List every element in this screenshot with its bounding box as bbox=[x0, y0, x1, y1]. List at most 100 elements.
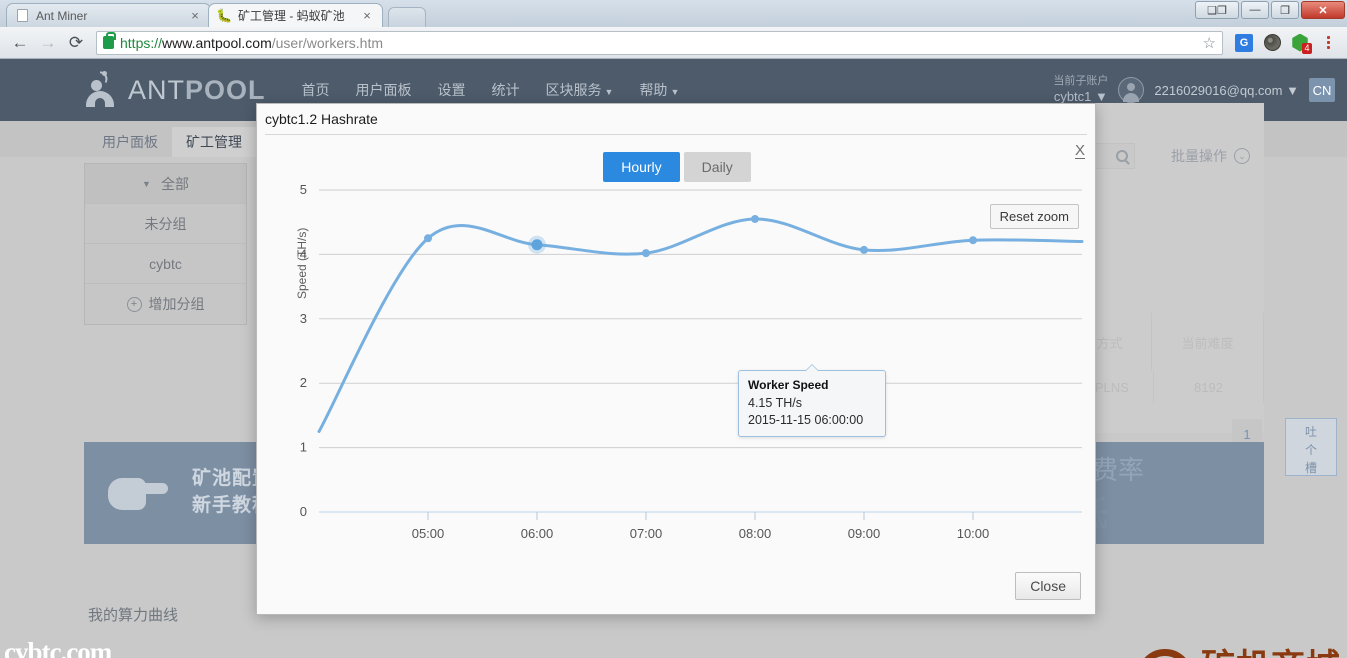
window-restore-group-button[interactable]: ❑❐ bbox=[1195, 1, 1239, 19]
svg-text:07:00: 07:00 bbox=[630, 526, 663, 541]
browser-tab-ant-miner[interactable]: Ant Miner × bbox=[6, 3, 211, 27]
divider bbox=[265, 134, 1087, 135]
tooltip-value: 4.15 TH/s bbox=[748, 396, 802, 410]
window-maximize-button[interactable]: ❐ bbox=[1271, 1, 1299, 19]
svg-text:08:00: 08:00 bbox=[739, 526, 772, 541]
new-tab-button[interactable] bbox=[388, 7, 426, 27]
nav-item-settings[interactable]: 设置 bbox=[438, 80, 466, 100]
svg-text:3: 3 bbox=[300, 311, 307, 326]
chevron-down-icon: ⌄ bbox=[1234, 148, 1250, 164]
chart-svg: 0 1 2 3 4 5 05:00 06:00 07:00 08:00 09:00 10:00 bbox=[300, 182, 1084, 541]
th-current-difficulty[interactable]: 当前难度 bbox=[1152, 313, 1264, 371]
nav-item-help[interactable]: 帮助 ▼ bbox=[639, 80, 679, 100]
browser-tab-title: 矿工管理 - 蚂蚁矿池 bbox=[238, 9, 345, 23]
back-icon[interactable]: ← bbox=[6, 30, 34, 56]
feedback-tab[interactable]: 吐 个 槽 bbox=[1285, 418, 1337, 476]
logo-text-light: ANT bbox=[128, 74, 185, 105]
hourly-button[interactable]: Hourly bbox=[603, 152, 680, 182]
window-minimize-button[interactable]: — bbox=[1241, 1, 1269, 19]
browser-tab-title: Ant Miner bbox=[36, 8, 88, 23]
bookmark-star-icon[interactable]: ☆ bbox=[1203, 34, 1216, 52]
group-list: ▼ 全部 未分组 cybtc + 增加分组 bbox=[84, 163, 247, 325]
chevron-down-icon: ▼ bbox=[1286, 82, 1299, 98]
browser-tab-antpool[interactable]: 🐛 矿工管理 - 蚂蚁矿池 × bbox=[208, 3, 383, 27]
bulk-action-label: 批量操作 bbox=[1171, 148, 1227, 164]
film-reel-icon[interactable] bbox=[1259, 30, 1285, 56]
window-close-button[interactable]: ✕ bbox=[1301, 1, 1345, 19]
svg-text:1: 1 bbox=[300, 440, 307, 455]
page-title: 我的算力曲线 bbox=[88, 607, 179, 624]
logo-text-bold: POOL bbox=[185, 74, 266, 105]
svg-text:4: 4 bbox=[300, 246, 307, 261]
url-host: www.antpool.com bbox=[162, 34, 272, 51]
bitcoin-icon: Ƀ bbox=[1137, 649, 1193, 658]
cell-current-difficulty: 8192 bbox=[1154, 371, 1264, 403]
browser-titlebar: Ant Miner × 🐛 矿工管理 - 蚂蚁矿池 × ❑❐ — ❐ ✕ bbox=[0, 0, 1347, 27]
site-nav: 首页 用户面板 设置 统计 区块服务 ▼ 帮助 ▼ bbox=[302, 80, 680, 100]
bulk-action-dropdown[interactable]: 批量操作 ⌄ bbox=[1171, 146, 1250, 166]
reset-zoom-button[interactable]: Reset zoom bbox=[989, 204, 1079, 229]
sidebar-item-label: 增加分组 bbox=[148, 296, 205, 312]
caret-down-icon: ▼ bbox=[142, 178, 151, 189]
sidebar-item-ungrouped[interactable]: 未分组 bbox=[85, 204, 246, 244]
translate-icon[interactable]: G bbox=[1231, 30, 1257, 56]
close-icon[interactable]: × bbox=[188, 8, 202, 23]
sidebar: ▼ 全部 未分组 cybtc + 增加分组 bbox=[84, 163, 247, 325]
svg-text:10:00: 10:00 bbox=[957, 526, 990, 541]
svg-text:2: 2 bbox=[300, 375, 307, 390]
watermark-dddbtc: Ƀ 矿机商城 DDDBTC.COM bbox=[1137, 649, 1341, 658]
avatar[interactable] bbox=[1118, 77, 1145, 103]
sidebar-item-cybtc[interactable]: cybtc bbox=[85, 244, 246, 284]
chevron-down-icon: ▼ bbox=[670, 87, 680, 97]
browser-menu-icon[interactable] bbox=[1315, 30, 1341, 56]
sidebar-item-all[interactable]: ▼ 全部 bbox=[85, 164, 246, 204]
tab-user-dashboard[interactable]: 用户面板 bbox=[88, 127, 172, 157]
screen-root: Ant Miner × 🐛 矿工管理 - 蚂蚁矿池 × ❑❐ — ❐ ✕ ← →… bbox=[0, 0, 1347, 658]
nav-item-block-service[interactable]: 区块服务 ▼ bbox=[546, 80, 614, 100]
reload-icon[interactable]: ⟳ bbox=[62, 30, 90, 56]
tooltip-title: Worker Speed bbox=[748, 378, 829, 392]
subaccount-selector[interactable]: 当前子账户 cybtc1 ▼ bbox=[1053, 75, 1108, 105]
sidebar-item-label: cybtc bbox=[149, 255, 182, 272]
search-icon bbox=[1116, 150, 1128, 162]
url-path: /user/workers.htm bbox=[271, 34, 383, 51]
watermark-line-1: 矿机商城 bbox=[1201, 649, 1341, 658]
hashrate-modal: cybtc1.2 Hashrate X Hourly Daily Reset z… bbox=[256, 103, 1096, 615]
account-email[interactable]: 2216029016@qq.com ▼ bbox=[1154, 83, 1299, 98]
nav-item-home[interactable]: 首页 bbox=[302, 80, 330, 100]
antpool-logo[interactable]: ANTPOOL bbox=[82, 71, 266, 109]
modal-title: cybtc1.2 Hashrate bbox=[265, 111, 378, 127]
pointing-hand-icon bbox=[108, 470, 170, 516]
hashrate-chart[interactable]: 0 1 2 3 4 5 05:00 06:00 07:00 08:00 09:00 10:00 bbox=[257, 182, 1097, 572]
svg-text:0: 0 bbox=[300, 504, 307, 519]
url-scheme: https:// bbox=[120, 34, 163, 51]
language-badge[interactable]: CN bbox=[1309, 78, 1335, 102]
close-icon[interactable]: × bbox=[360, 8, 374, 23]
subaccount-label: 当前子账户 bbox=[1053, 75, 1109, 87]
sidebar-item-label: 未分组 bbox=[144, 215, 187, 232]
chart-tooltip: Worker Speed 4.15 TH/s 2015-11-15 06:00:… bbox=[738, 364, 886, 437]
nav-item-stats[interactable]: 统计 bbox=[492, 80, 520, 100]
daily-button[interactable]: Daily bbox=[683, 152, 751, 182]
tab-worker-management[interactable]: 矿工管理 bbox=[172, 127, 256, 157]
range-toggle-group: Hourly Daily bbox=[257, 152, 1097, 182]
browser-toolbar: ← → ⟳ https:// www.antpool.com /user/wor… bbox=[0, 27, 1347, 59]
forward-icon[interactable]: → bbox=[34, 30, 62, 56]
extension-badge-count: 4 bbox=[1302, 42, 1312, 54]
address-bar[interactable]: https:// www.antpool.com /user/workers.h… bbox=[96, 30, 1223, 55]
svg-text:06:00: 06:00 bbox=[521, 526, 554, 541]
nav-item-dashboard[interactable]: 用户面板 bbox=[356, 80, 412, 100]
sidebar-item-add-group[interactable]: + 增加分组 bbox=[85, 284, 246, 324]
close-button[interactable]: Close bbox=[1015, 572, 1081, 600]
sidebar-item-label: 全部 bbox=[160, 175, 189, 192]
plus-circle-icon: + bbox=[126, 296, 142, 312]
extension-shield-icon[interactable]: 4 bbox=[1287, 30, 1313, 56]
ant-icon bbox=[82, 71, 118, 109]
page-icon bbox=[15, 8, 30, 23]
chevron-down-icon: ▼ bbox=[604, 87, 614, 97]
lock-icon bbox=[103, 32, 116, 49]
svg-text:05:00: 05:00 bbox=[412, 526, 445, 541]
svg-text:09:00: 09:00 bbox=[848, 526, 881, 541]
chevron-down-icon: ▼ bbox=[1095, 88, 1108, 104]
watermark-cybtc: cybtc.com bbox=[4, 637, 112, 658]
